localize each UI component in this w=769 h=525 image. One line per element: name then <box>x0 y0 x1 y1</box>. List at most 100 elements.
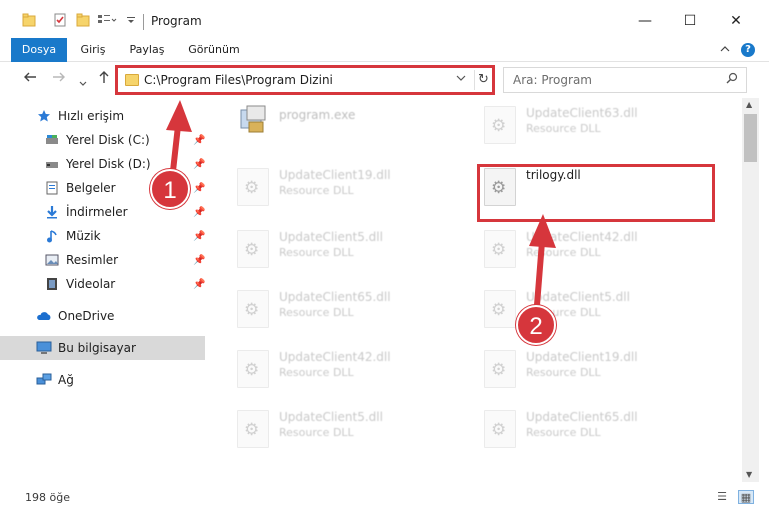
file-type: Resource DLL <box>526 122 601 135</box>
search-placeholder: Ara: Program <box>513 73 592 87</box>
drive-icon <box>44 132 60 148</box>
expand-ribbon-icon[interactable] <box>720 44 730 57</box>
tab-home[interactable]: Giriş <box>74 38 112 62</box>
large-icons-view-icon[interactable]: ▦ <box>738 490 754 504</box>
dll-gear-icon <box>484 290 516 328</box>
pin-icon[interactable]: 📌 <box>193 207 205 218</box>
properties-icon[interactable] <box>53 13 67 30</box>
pin-icon[interactable]: 📌 <box>193 135 205 146</box>
file-type: Resource DLL <box>279 184 354 197</box>
file-item[interactable]: UpdateClient19.dll Resource DLL <box>480 342 720 398</box>
sidebar-item-quick-access[interactable]: Hızlı erişim <box>0 104 205 128</box>
dll-gear-icon <box>237 168 269 206</box>
file-item[interactable]: UpdateClient5.dll Resource DLL <box>233 222 473 278</box>
file-item[interactable]: UpdateClient65.dll Resource DLL <box>233 282 473 338</box>
file-type: Resource DLL <box>279 366 354 379</box>
minimize-button[interactable]: — <box>622 6 668 36</box>
sidebar-item-network[interactable]: Ağ <box>0 368 205 392</box>
search-box[interactable]: Ara: Program <box>503 67 747 93</box>
dll-gear-icon <box>484 410 516 448</box>
maximize-button[interactable]: ☐ <box>667 6 713 36</box>
pin-icon[interactable]: 📌 <box>193 231 205 242</box>
computer-icon <box>36 340 52 356</box>
video-icon <box>44 276 60 292</box>
folder-icon <box>22 13 36 30</box>
application-icon <box>240 105 266 133</box>
annotation-badge-1: 1 <box>150 169 190 209</box>
vertical-scrollbar[interactable]: ▲ ▼ <box>742 98 759 482</box>
scrollbar-thumb[interactable] <box>744 114 757 162</box>
dll-gear-icon <box>484 230 516 268</box>
network-icon <box>36 372 52 388</box>
file-item[interactable]: UpdateClient5.dll Resource DLL <box>233 402 473 458</box>
file-list: program.exe UpdateClient19.dll Resource … <box>209 98 742 482</box>
file-item[interactable]: UpdateClient65.dll Resource DLL <box>480 402 720 458</box>
minimize-icon: — <box>638 13 652 29</box>
file-name: UpdateClient65.dll <box>279 290 391 304</box>
pictures-icon <box>44 252 60 268</box>
file-item[interactable]: UpdateClient42.dll Resource DLL <box>480 222 720 278</box>
annotation-badge-2: 2 <box>516 305 556 345</box>
dll-gear-icon <box>237 410 269 448</box>
item-count: 198 öğe <box>25 491 70 504</box>
pin-icon[interactable]: 📌 <box>193 279 205 290</box>
up-arrow-icon[interactable] <box>97 70 111 88</box>
file-name: UpdateClient42.dll <box>279 350 391 364</box>
file-item-program-exe[interactable]: program.exe <box>233 98 473 154</box>
sidebar-item-videos[interactable]: Videolar 📌 <box>0 272 205 296</box>
sidebar-item-label: Bu bilgisayar <box>58 341 136 355</box>
file-name: UpdateClient42.dll <box>526 230 638 244</box>
sidebar-item-label: Yerel Disk (D:) <box>66 157 151 171</box>
close-icon: ✕ <box>730 13 742 29</box>
customize-toolbar-icon[interactable] <box>126 15 136 29</box>
file-type: Resource DLL <box>526 246 601 259</box>
sidebar-item-local-disk-c[interactable]: Yerel Disk (C:) 📌 <box>0 128 205 152</box>
file-highlight-box <box>477 164 715 222</box>
file-item[interactable]: UpdateClient42.dll Resource DLL <box>233 342 473 398</box>
sidebar-item-label: Resimler <box>66 253 119 267</box>
title-bar: Program — ☐ ✕ <box>0 0 769 38</box>
sidebar-item-this-pc[interactable]: Bu bilgisayar <box>0 336 205 360</box>
file-type: Resource DLL <box>279 246 354 259</box>
file-type: Resource DLL <box>279 306 354 319</box>
details-view-icon[interactable]: ☰ <box>714 490 730 504</box>
file-name: program.exe <box>279 108 356 122</box>
tab-file[interactable]: Dosya <box>11 38 67 62</box>
file-type: Resource DLL <box>526 366 601 379</box>
ribbon-tabs: Dosya Giriş Paylaş Görünüm ? <box>0 38 769 62</box>
download-icon <box>44 204 60 220</box>
search-icon[interactable] <box>726 72 738 88</box>
help-icon[interactable]: ? <box>741 43 755 57</box>
file-name: UpdateClient5.dll <box>526 290 630 304</box>
file-item[interactable]: UpdateClient63.dll Resource DLL <box>480 98 720 154</box>
dll-gear-icon <box>237 350 269 388</box>
drive-icon <box>44 156 60 172</box>
sidebar-item-onedrive[interactable]: OneDrive <box>0 304 205 328</box>
back-arrow-icon[interactable] <box>23 70 37 88</box>
close-button[interactable]: ✕ <box>713 6 759 36</box>
recent-locations-icon[interactable] <box>79 74 87 92</box>
tab-share[interactable]: Paylaş <box>124 38 170 62</box>
sidebar-item-music[interactable]: Müzik 📌 <box>0 224 205 248</box>
file-name: UpdateClient63.dll <box>526 106 638 120</box>
navigation-pane: Hızlı erişim Yerel Disk (C:) 📌 Yerel Dis… <box>0 98 208 482</box>
scroll-down-icon[interactable]: ▼ <box>746 470 752 479</box>
sidebar-item-label: Hızlı erişim <box>58 109 125 123</box>
new-folder-icon[interactable] <box>76 13 90 30</box>
view-options-icon[interactable] <box>97 13 117 30</box>
sidebar-item-label: Videolar <box>66 277 116 291</box>
file-type: Resource DLL <box>279 426 354 439</box>
tab-view[interactable]: Görünüm <box>184 38 244 62</box>
navigation-bar: C:\Program Files\Program Dizini ↻ Ara: P… <box>0 62 769 98</box>
pin-icon[interactable]: 📌 <box>193 255 205 266</box>
maximize-icon: ☐ <box>683 13 697 29</box>
pin-icon[interactable]: 📌 <box>193 159 205 170</box>
documents-icon <box>44 180 60 196</box>
star-icon <box>36 108 52 124</box>
file-item[interactable]: UpdateClient19.dll Resource DLL <box>233 160 473 216</box>
forward-arrow-icon[interactable] <box>52 70 66 88</box>
scroll-up-icon[interactable]: ▲ <box>746 100 752 109</box>
pin-icon[interactable]: 📌 <box>193 183 205 194</box>
sidebar-item-pictures[interactable]: Resimler 📌 <box>0 248 205 272</box>
file-name: UpdateClient5.dll <box>279 410 383 424</box>
